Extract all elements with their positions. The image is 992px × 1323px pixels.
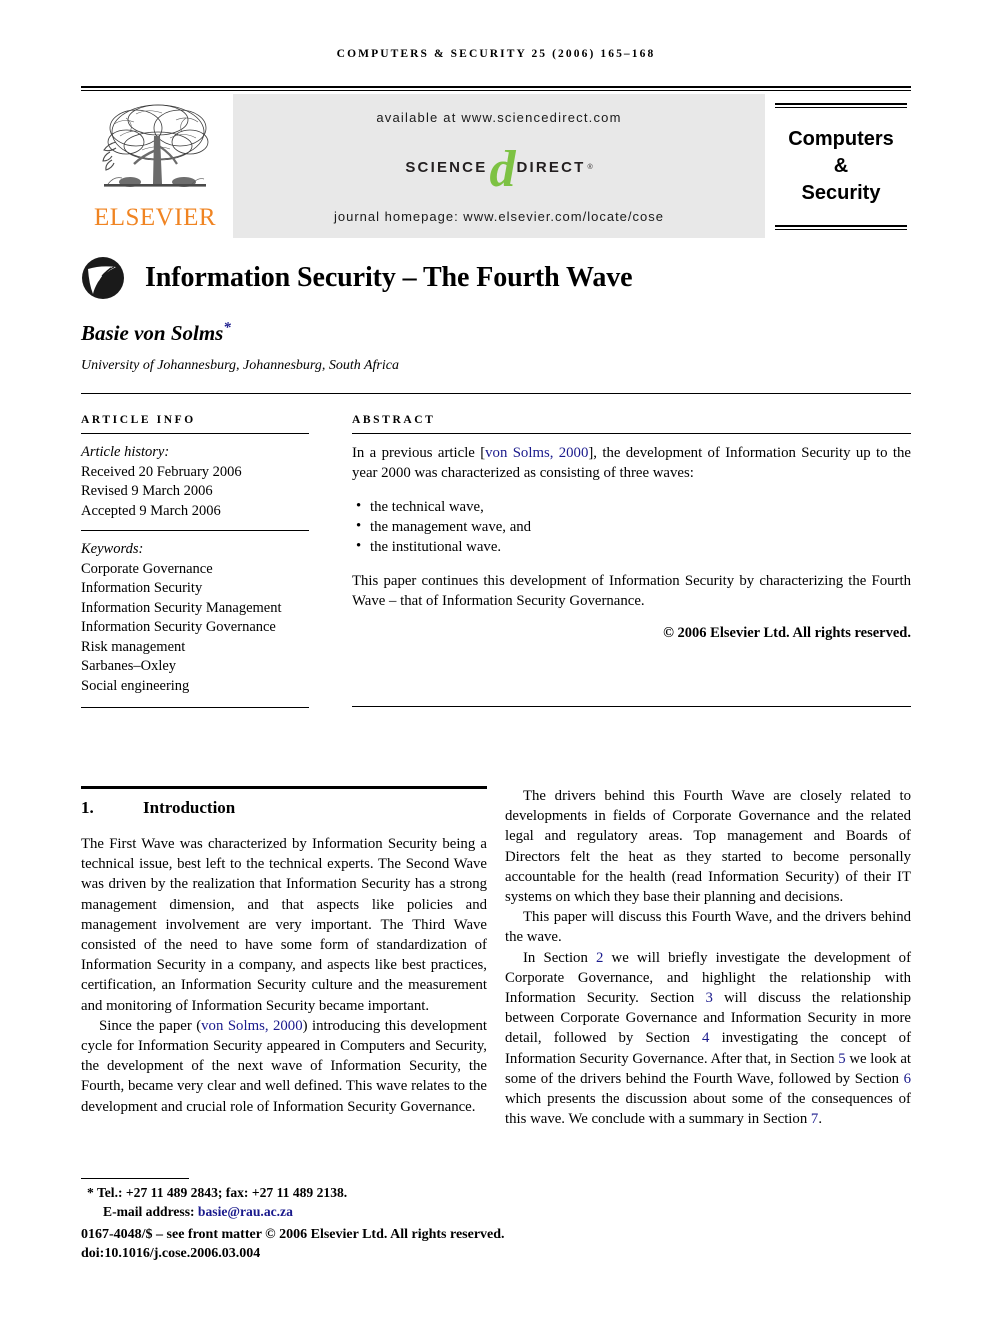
section-number: 1. [81, 798, 94, 817]
intro-paragraph-3: The drivers behind this Fourth Wave are … [505, 788, 911, 906]
abstract-intro-paragraph: In a previous article [von Solms, 2000],… [352, 443, 911, 483]
abstract-copyright: © 2006 Elsevier Ltd. All rights reserved… [663, 625, 911, 641]
author-text: Basie von Solms [81, 321, 224, 345]
abstract-column: ABSTRACT In a previous article [von Solm… [352, 414, 911, 707]
waves-list: the technical wave, the management wave,… [352, 496, 911, 557]
citation-link-von-solms-2000[interactable]: von Solms, 2000 [485, 445, 588, 461]
article-history-label: Article history: [81, 444, 170, 460]
elsevier-wordmark: ELSEVIER [93, 204, 217, 231]
registered-trademark-icon: ® [587, 163, 593, 171]
section-title: Introduction [143, 798, 236, 817]
wave-list-item: the institutional wave. [356, 536, 911, 557]
sciencedirect-d-glyph: d [489, 141, 516, 198]
abstract-rule [352, 433, 911, 434]
masthead-top-rule [81, 86, 911, 91]
wave-list-item: the management wave, and [356, 516, 911, 537]
abstract-bottom-rule [352, 706, 911, 707]
sciencedirect-banner: available at www.sciencedirect.com SCIEN… [233, 94, 765, 238]
email-label: E-mail address: [103, 1203, 198, 1219]
intro-paragraph-5: In Section 2 we will briefly investigate… [505, 948, 911, 1130]
author-footnote-marker[interactable]: * [223, 320, 231, 336]
journal-article-first-page: Computers & Security 25 (2006) 165–168 [0, 0, 992, 1323]
intro-paragraph-4: This paper will discuss this Fourth Wave… [505, 909, 911, 946]
article-history-received: Received 20 February 2006 [81, 463, 242, 480]
wave-list-item: the technical wave, [356, 496, 911, 517]
email-link[interactable]: basie@rau.ac.za [198, 1204, 293, 1219]
journal-title-line-3: Security [801, 181, 881, 204]
masthead: ELSEVIER available at www.sciencedirect.… [81, 86, 911, 238]
keyword-item: Information Security Governance [81, 619, 276, 635]
body-column-right: The drivers behind this Fourth Wave are … [505, 786, 911, 1129]
sciencedirect-direct-text: DIRECT [516, 158, 586, 176]
article-info-column: ARTICLE INFO Article history: Received 2… [81, 414, 309, 708]
section-link-6[interactable]: 6 [904, 1071, 911, 1087]
footnote-tel-fax: Tel.: +27 11 489 2843; fax: +27 11 489 2… [96, 1185, 348, 1200]
p5-text-a: In Section [523, 949, 596, 966]
footnote-contact: * Tel.: +27 11 489 2843; fax: +27 11 489… [81, 1184, 511, 1203]
affiliation-rule [81, 393, 911, 394]
footnote-email-line: E-mail address: basie@rau.ac.za [81, 1203, 511, 1222]
keyword-item: Sarbanes–Oxley [81, 658, 177, 674]
keywords-top-rule [81, 530, 309, 531]
abstract-closing-paragraph: This paper continues this development of… [352, 573, 911, 609]
footnotes: * Tel.: +27 11 489 2843; fax: +27 11 489… [81, 1178, 511, 1263]
keyword-item: Corporate Governance [81, 560, 213, 577]
footnote-marker: * [87, 1185, 94, 1200]
author-name: Basie von Solms* [81, 320, 231, 346]
running-head: Computers & Security 25 (2006) 165–168 [336, 48, 656, 60]
section-heading-rule [81, 786, 487, 789]
keyword-item: Information Security Management [81, 599, 282, 616]
elsevier-tree-icon [96, 98, 214, 202]
section-link-3[interactable]: 3 [705, 990, 712, 1006]
available-at-text: available at www.sciencedirect.com [376, 110, 622, 125]
intro-paragraph-2: Since the paper (von Solms, 2000) introd… [81, 1016, 487, 1117]
article-history-accepted: Accepted 9 March 2006 [81, 502, 221, 519]
keyword-item: Risk management [81, 638, 186, 655]
journal-title-box: Computers & Security [771, 94, 911, 238]
article-history-revised: Revised 9 March 2006 [81, 483, 213, 499]
footnote-rule [81, 1178, 189, 1179]
elsevier-logo: ELSEVIER [81, 94, 229, 238]
p5-text-f: which presents the discussion about some… [505, 1091, 911, 1128]
citation-link-von-solms-2000[interactable]: von Solms, 2000 [201, 1018, 302, 1034]
intro-paragraph-1: The First Wave was characterized by Info… [81, 836, 487, 1014]
article-info-label: ARTICLE INFO [81, 414, 196, 426]
journal-box-top-rule [775, 102, 907, 108]
section-link-5[interactable]: 5 [838, 1051, 845, 1067]
keywords-label: Keywords: [81, 541, 144, 557]
intro-p2-before: Since the paper ( [99, 1017, 202, 1034]
p5-text-g: . [818, 1111, 823, 1128]
abstract-intro-before: In a previous article [ [352, 445, 486, 461]
sciencedirect-science-text: SCIENCE [405, 158, 488, 176]
journal-box-bottom-rule [775, 224, 907, 230]
journal-homepage-text: journal homepage: www.elsevier.com/locat… [334, 209, 664, 224]
section-heading-introduction: 1. Introduction [81, 798, 487, 818]
title-row: Information Security – The Fourth Wave [81, 256, 911, 300]
doi-line: doi:10.1016/j.cose.2006.03.004 [81, 1246, 261, 1261]
journal-title-line-1: Computers [788, 127, 894, 150]
journal-title-line-2: & [833, 154, 849, 177]
keywords-bottom-rule [81, 707, 309, 708]
front-matter-line: 0167-4048/$ – see front matter © 2006 El… [81, 1227, 505, 1242]
keyword-item: Information Security [81, 580, 203, 596]
wave-swirl-icon [82, 257, 124, 299]
keyword-item: Social engineering [81, 677, 190, 694]
abstract-label: ABSTRACT [352, 414, 436, 426]
page-title: Information Security – The Fourth Wave [145, 262, 633, 293]
body-column-left: 1. Introduction The First Wave was chara… [81, 786, 487, 1117]
sciencedirect-logo: SCIENCE d DIRECT ® [405, 141, 593, 198]
article-info-rule [81, 433, 309, 434]
affiliation: University of Johannesburg, Johannesburg… [81, 358, 399, 373]
